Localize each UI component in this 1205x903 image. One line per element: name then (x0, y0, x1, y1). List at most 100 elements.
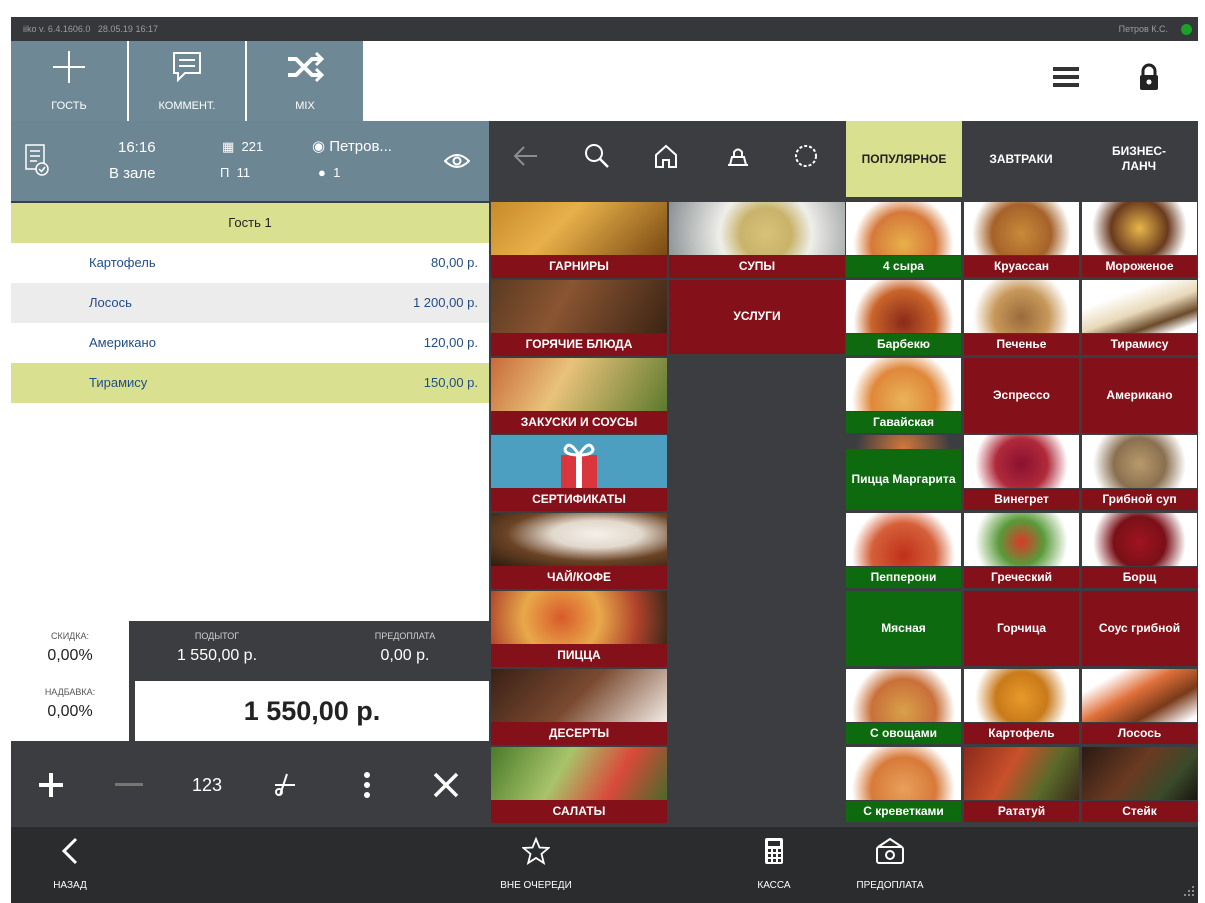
product-image (1082, 669, 1197, 722)
product-tile[interactable]: Стейк (1082, 747, 1197, 822)
category-pizza[interactable]: ПИЦЦА (491, 591, 667, 667)
order-item-row[interactable]: Американо 120,00 р. (11, 323, 489, 363)
tab-business-lunch[interactable]: БИЗНЕС-ЛАНЧ (1080, 121, 1198, 197)
tea-coffee-image (491, 513, 667, 566)
product-tile[interactable]: Картофель (964, 669, 1079, 744)
split-icon[interactable] (271, 771, 299, 799)
more-options-icon[interactable] (363, 771, 371, 799)
version-text: iiko v. 6.4.1606.0 28.05.19 16:17 (23, 24, 158, 34)
kitchen-printer-icon[interactable] (725, 143, 751, 169)
order-item-row-selected[interactable]: Тирамису 150,00 р. (11, 363, 489, 403)
order-item-row[interactable]: Лосось 1 200,00 р. (11, 283, 489, 323)
tab-breakfast[interactable]: ЗАВТРАКИ (964, 121, 1078, 197)
waiter-name: ◉ Петров... (312, 138, 392, 155)
product-tile[interactable]: Пепперони (846, 513, 961, 588)
lock-icon[interactable] (1138, 63, 1160, 91)
product-tile[interactable]: 4 сыра (846, 202, 961, 277)
product-tile[interactable]: Американо (1082, 358, 1197, 433)
close-icon[interactable] (432, 771, 460, 799)
order-total: 1 550,00 р. (135, 681, 489, 741)
product-tile[interactable]: Рататуй (964, 747, 1079, 822)
product-tile[interactable]: Эспрессо (964, 358, 1079, 433)
home-icon[interactable] (653, 143, 679, 169)
back-arrow-icon[interactable] (513, 143, 539, 169)
plus-icon[interactable] (37, 771, 65, 799)
table-number: Π 11 (220, 165, 251, 180)
discount-value: 0,00% (47, 647, 93, 664)
category-soups[interactable]: СУПЫ (669, 202, 845, 278)
product-tile[interactable]: Печенье (964, 280, 1079, 355)
product-tile[interactable]: Греческий (964, 513, 1079, 588)
comment-button[interactable]: КОММЕНТ. (129, 41, 245, 121)
menu-icon[interactable] (1053, 63, 1079, 89)
product-image (964, 280, 1079, 333)
product-tile[interactable]: Мороженое (1082, 202, 1197, 277)
category-salads[interactable]: САЛАТЫ (491, 747, 667, 823)
product-image (846, 513, 961, 566)
product-image (1082, 513, 1197, 566)
product-tile[interactable]: Круассан (964, 202, 1079, 277)
back-button[interactable]: НАЗАД (25, 827, 115, 903)
product-tile[interactable]: Грибной суп (1082, 435, 1197, 510)
order-items-list: Картофель 80,00 р. Лосось 1 200,00 р. Ам… (11, 243, 489, 621)
plus-icon (53, 51, 85, 83)
eye-icon[interactable] (444, 152, 470, 170)
product-tile[interactable]: С овощами (846, 669, 961, 744)
totals-panel: СКИДКА: 0,00% НАДБАВКА: 0,00% ПОДЫТОГ 1 … (11, 621, 489, 741)
out-of-queue-button[interactable]: ВНЕ ОЧЕРЕДИ (491, 827, 581, 903)
order-time: 16:16 (118, 139, 156, 156)
order-header: 16:16 В зале ▦ 221 Π 11 ◉ Петров... ● 1 (11, 121, 489, 201)
product-tile[interactable]: Тирамису (1082, 280, 1197, 355)
comment-icon (173, 52, 201, 83)
category-appetizers[interactable]: ЗАКУСКИ И СОУСЫ (491, 358, 667, 434)
category-hot-dishes[interactable]: ГОРЯЧИЕ БЛЮДА (491, 280, 667, 356)
salads-image (491, 747, 667, 800)
loading-circle-icon[interactable] (793, 143, 819, 169)
product-tile[interactable]: Соус грибной (1082, 591, 1197, 666)
chevron-left-icon (61, 837, 78, 865)
subtotal-value: 1 550,00 р. (176, 647, 258, 664)
product-image (964, 513, 1079, 566)
product-tile[interactable]: Пицца Маргарита (846, 435, 961, 510)
money-bag-icon (876, 837, 904, 864)
pos-window: iiko v. 6.4.1606.0 28.05.19 16:17 Петров… (11, 17, 1198, 903)
prepayment-button[interactable]: ПРЕДОПЛАТА (845, 827, 935, 903)
product-tile[interactable]: Барбекю (846, 280, 961, 355)
product-tile[interactable]: Гавайская (846, 358, 961, 433)
product-image (846, 747, 961, 800)
order-actions: 123 (11, 741, 489, 827)
product-tile[interactable]: Горчица (964, 591, 1079, 666)
numpad-button[interactable]: 123 (192, 775, 222, 796)
hot-dishes-image (491, 280, 667, 333)
tab-popular[interactable]: ПОПУЛЯРНОЕ (846, 121, 962, 197)
category-services[interactable]: УСЛУГИ (669, 280, 845, 354)
soups-image (669, 202, 845, 255)
product-tile[interactable]: С креветками (846, 747, 961, 822)
product-tile[interactable]: Винегрет (964, 435, 1079, 510)
category-tea-coffee[interactable]: ЧАЙ/КОФЕ (491, 513, 667, 589)
minus-icon[interactable] (115, 783, 143, 787)
appetizers-image (491, 358, 667, 411)
category-garnish[interactable]: ГАРНИРЫ (491, 202, 667, 278)
pizza-image (491, 591, 667, 644)
prepay-value: 0,00 р. (380, 647, 430, 664)
add-guest-button[interactable]: ГОСТЬ (11, 41, 127, 121)
guest-header[interactable]: Гость 1 (11, 203, 489, 243)
category-desserts[interactable]: ДЕСЕРТЫ (491, 669, 667, 745)
search-icon[interactable] (584, 143, 610, 169)
cash-register-button[interactable]: КАССА (739, 827, 809, 903)
mix-button[interactable]: MIX (247, 41, 363, 121)
product-tile[interactable]: Мясная (846, 591, 961, 666)
order-item-row[interactable]: Картофель 80,00 р. (11, 243, 489, 283)
product-tile[interactable]: Борщ (1082, 513, 1197, 588)
product-image (964, 202, 1079, 255)
bottom-bar: НАЗАД ВНЕ ОЧЕРЕДИ КАССА ПРЕДОПЛАТА (11, 827, 1198, 903)
menu-navigation (489, 121, 845, 201)
resize-grip-icon[interactable] (1183, 885, 1195, 897)
product-image (846, 358, 961, 411)
discount-box[interactable]: СКИДКА: 0,00% НАДБАВКА: 0,00% (11, 621, 129, 741)
category-certificates[interactable]: СЕРТИФИКАТЫ (491, 435, 667, 511)
top-toolbar: ГОСТЬ КОММЕНТ. MIX (11, 41, 1198, 121)
product-image (846, 202, 961, 255)
product-tile[interactable]: Лосось (1082, 669, 1197, 744)
